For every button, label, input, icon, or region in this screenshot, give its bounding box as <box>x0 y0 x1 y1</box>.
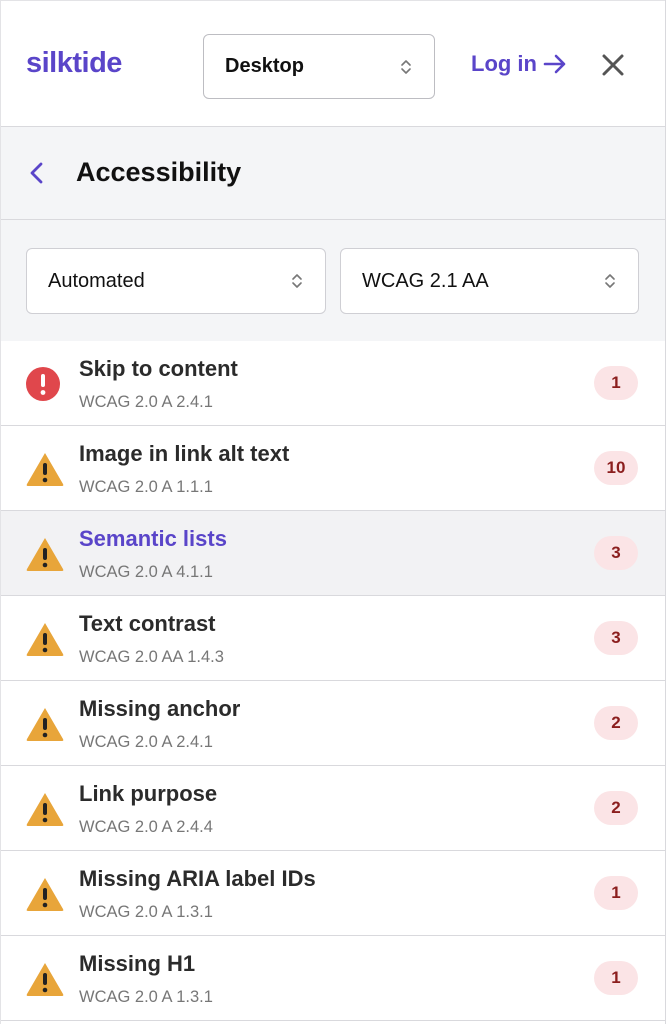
issues-list: Skip to content WCAG 2.0 A 2.4.1 1 Image… <box>1 341 665 1021</box>
issue-title: Missing ARIA label IDs <box>79 866 316 891</box>
issue-row[interactable]: Skip to content WCAG 2.0 A 2.4.1 1 <box>1 341 665 426</box>
issue-row[interactable]: Missing ARIA label IDs WCAG 2.0 A 1.3.1 … <box>1 851 665 936</box>
standard-select[interactable]: WCAG 2.1 AA <box>340 248 639 314</box>
issue-title: Skip to content <box>79 356 238 381</box>
warning-triangle-icon <box>26 963 64 996</box>
warning-triangle-icon <box>26 538 64 571</box>
issue-count-badge: 1 <box>594 366 638 400</box>
issue-title: Semantic lists <box>79 526 227 551</box>
issue-count-badge: 2 <box>594 791 638 825</box>
issue-row-selected[interactable]: Semantic lists WCAG 2.0 A 4.1.1 3 <box>1 511 665 596</box>
device-select[interactable]: Desktop <box>203 34 435 99</box>
issue-count-badge: 3 <box>594 621 638 655</box>
issue-title: Missing anchor <box>79 696 241 721</box>
login-label: Log in <box>471 51 537 76</box>
issue-reference: WCAG 2.0 A 4.1.1 <box>79 563 213 581</box>
chevron-updown-icon <box>401 59 411 74</box>
standard-value: WCAG 2.1 AA <box>362 269 489 292</box>
issue-count-badge: 3 <box>594 536 638 570</box>
section-header: Accessibility <box>1 127 665 220</box>
issue-row[interactable]: Missing H1 WCAG 2.0 A 1.3.1 1 <box>1 936 665 1021</box>
issue-title: Link purpose <box>79 781 218 806</box>
issue-row[interactable]: Missing anchor WCAG 2.0 A 2.4.1 2 <box>1 681 665 766</box>
issue-reference: WCAG 2.0 AA 1.4.3 <box>79 648 224 666</box>
chevron-updown-icon <box>292 274 302 288</box>
issue-reference: WCAG 2.0 A 2.4.1 <box>79 733 213 751</box>
issue-reference: WCAG 2.0 A 2.4.4 <box>79 818 213 836</box>
issue-count-badge: 1 <box>594 876 638 910</box>
close-icon[interactable] <box>601 53 625 77</box>
issue-row[interactable]: Image in link alt text WCAG 2.0 A 1.1.1 … <box>1 426 665 511</box>
warning-triangle-icon <box>26 623 64 656</box>
issue-title: Image in link alt text <box>79 441 290 466</box>
error-circle-icon <box>26 367 60 401</box>
issue-reference: WCAG 2.0 A 2.4.1 <box>79 393 213 411</box>
accessibility-panel: silktide Desktop Log in Accessibility Au… <box>0 0 666 1024</box>
back-chevron-icon[interactable] <box>27 160 47 186</box>
filters-bar: Automated WCAG 2.1 AA <box>1 220 665 342</box>
login-link[interactable]: Log in <box>471 51 567 77</box>
issue-title: Text contrast <box>79 611 216 636</box>
issue-reference: WCAG 2.0 A 1.3.1 <box>79 903 213 921</box>
top-bar: silktide Desktop Log in <box>1 0 665 127</box>
issue-reference: WCAG 2.0 A 1.3.1 <box>79 988 213 1006</box>
chevron-updown-icon <box>605 274 615 288</box>
issue-count-badge: 10 <box>594 451 638 485</box>
issue-count-badge: 2 <box>594 706 638 740</box>
test-mode-select[interactable]: Automated <box>26 248 326 314</box>
device-select-value: Desktop <box>225 55 304 77</box>
issue-row[interactable]: Text contrast WCAG 2.0 AA 1.4.3 3 <box>1 596 665 681</box>
arrow-right-icon <box>543 54 566 74</box>
issue-title: Missing H1 <box>79 951 196 976</box>
silktide-logo[interactable]: silktide <box>26 47 122 80</box>
section-title: Accessibility <box>76 157 242 187</box>
issue-reference: WCAG 2.0 A 1.1.1 <box>79 478 213 496</box>
warning-triangle-icon <box>26 793 64 826</box>
warning-triangle-icon <box>26 453 64 486</box>
issue-row[interactable]: Link purpose WCAG 2.0 A 2.4.4 2 <box>1 766 665 851</box>
issue-count-badge: 1 <box>594 961 638 995</box>
test-mode-value: Automated <box>48 269 145 292</box>
warning-triangle-icon <box>26 708 64 741</box>
warning-triangle-icon <box>26 878 64 911</box>
